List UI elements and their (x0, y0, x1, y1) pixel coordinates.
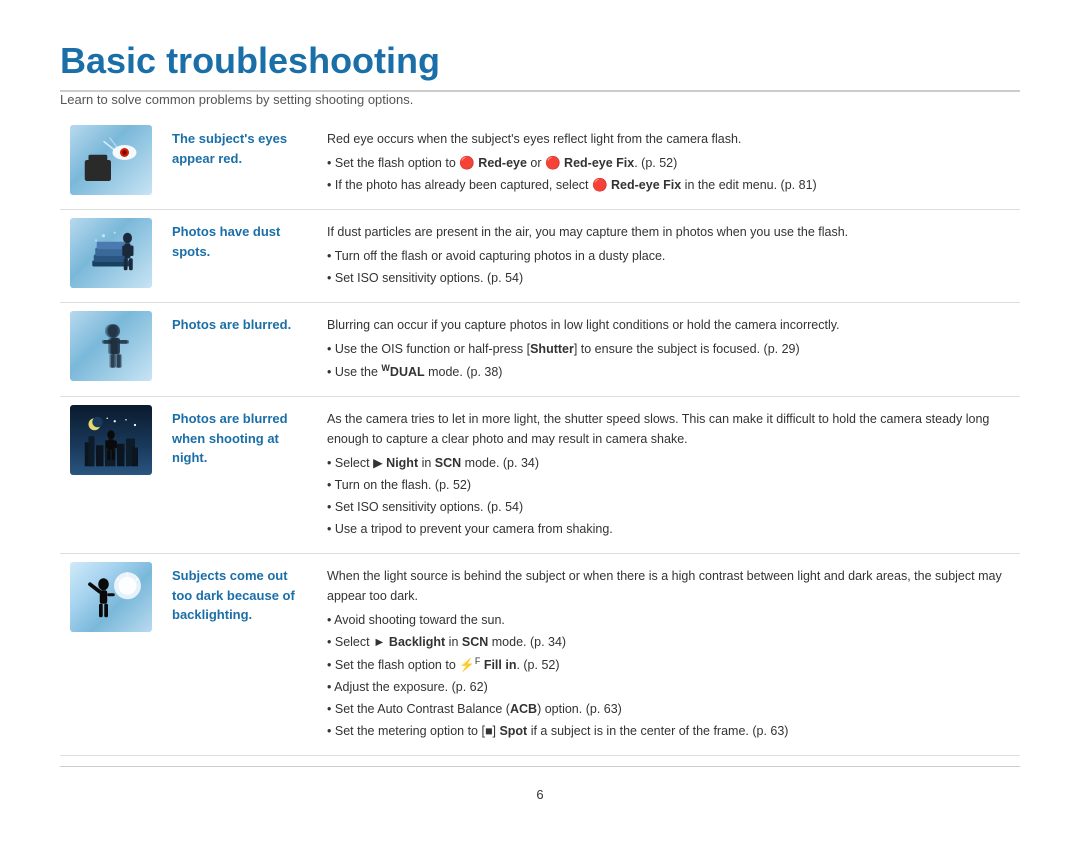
desc-intro-red-eye: Red eye occurs when the subject's eyes r… (327, 132, 741, 146)
desc-intro-backlight: When the light source is behind the subj… (327, 569, 1002, 603)
bullet-item: Use the WDUAL mode. (p. 38) (327, 361, 1010, 382)
bullet-item: Set the metering option to [■] Spot if a… (327, 721, 1010, 741)
troubleshooting-table: The subject's eyesappear red. Red eye oc… (60, 117, 1020, 756)
bottom-divider (60, 766, 1020, 767)
bullet-item: Select ▶ Night in SCN mode. (p. 34) (327, 453, 1010, 473)
label-night: Photos are blurredwhen shooting atnight. (172, 411, 288, 465)
label-dust: Photos have dustspots. (172, 224, 280, 259)
label-cell-blurred: Photos are blurred. (162, 303, 317, 397)
bullet-item: If the photo has already been captured, … (327, 175, 1010, 195)
table-row: Photos are blurred. Blurring can occur i… (60, 303, 1020, 397)
desc-intro-dust: If dust particles are present in the air… (327, 225, 848, 239)
image-blurred (70, 311, 152, 381)
label-red-eye: The subject's eyesappear red. (172, 131, 287, 166)
label-backlight: Subjects come outtoo dark because ofback… (172, 568, 295, 622)
label-blurred: Photos are blurred. (172, 317, 291, 332)
desc-cell-dust: If dust particles are present in the air… (317, 210, 1020, 303)
table-row: Photos are blurredwhen shooting atnight.… (60, 397, 1020, 554)
bullet-item: Set ISO sensitivity options. (p. 54) (327, 268, 1010, 288)
image-cell-red-eye (60, 117, 162, 210)
bullet-item: Turn off the flash or avoid capturing ph… (327, 246, 1010, 266)
label-cell-red-eye: The subject's eyesappear red. (162, 117, 317, 210)
bullet-item: Set ISO sensitivity options. (p. 54) (327, 497, 1010, 517)
desc-cell-blurred: Blurring can occur if you capture photos… (317, 303, 1020, 397)
image-cell-dust (60, 210, 162, 303)
image-cell-night (60, 397, 162, 554)
bullet-item: Turn on the flash. (p. 52) (327, 475, 1010, 495)
bullet-item: Set the flash option to ⚡F Fill in. (p. … (327, 654, 1010, 675)
desc-bullets-red-eye: Set the flash option to 🔴 Red-eye or 🔴 R… (327, 153, 1010, 195)
bullet-item: Use the OIS function or half-press [Shut… (327, 339, 1010, 359)
image-backlight (70, 562, 152, 632)
bullet-item: Select ► Backlight in SCN mode. (p. 34) (327, 632, 1010, 652)
page-number: 6 (60, 787, 1020, 802)
desc-cell-backlight: When the light source is behind the subj… (317, 554, 1020, 756)
bullet-item: Set the Auto Contrast Balance (ACB) opti… (327, 699, 1010, 719)
bullet-item: Use a tripod to prevent your camera from… (327, 519, 1010, 539)
desc-cell-night: As the camera tries to let in more light… (317, 397, 1020, 554)
desc-intro-night: As the camera tries to let in more light… (327, 412, 989, 446)
image-cell-blurred (60, 303, 162, 397)
label-cell-dust: Photos have dustspots. (162, 210, 317, 303)
page-subtitle: Learn to solve common problems by settin… (60, 92, 1020, 107)
image-dust (70, 218, 152, 288)
bullet-item: Adjust the exposure. (p. 62) (327, 677, 1010, 697)
image-night (70, 405, 152, 475)
desc-bullets-blurred: Use the OIS function or half-press [Shut… (327, 339, 1010, 382)
bullet-item: Avoid shooting toward the sun. (327, 610, 1010, 630)
desc-intro-blurred: Blurring can occur if you capture photos… (327, 318, 840, 332)
label-cell-backlight: Subjects come outtoo dark because ofback… (162, 554, 317, 756)
page-title: Basic troubleshooting (60, 40, 1020, 82)
desc-cell-red-eye: Red eye occurs when the subject's eyes r… (317, 117, 1020, 210)
image-red-eye (70, 125, 152, 195)
desc-bullets-backlight: Avoid shooting toward the sun. Select ► … (327, 610, 1010, 741)
desc-bullets-night: Select ▶ Night in SCN mode. (p. 34) Turn… (327, 453, 1010, 539)
image-cell-backlight (60, 554, 162, 756)
table-row: The subject's eyesappear red. Red eye oc… (60, 117, 1020, 210)
desc-bullets-dust: Turn off the flash or avoid capturing ph… (327, 246, 1010, 288)
table-row: Subjects come outtoo dark because ofback… (60, 554, 1020, 756)
bullet-item: Set the flash option to 🔴 Red-eye or 🔴 R… (327, 153, 1010, 173)
table-row: Photos have dustspots. If dust particles… (60, 210, 1020, 303)
label-cell-night: Photos are blurredwhen shooting atnight. (162, 397, 317, 554)
